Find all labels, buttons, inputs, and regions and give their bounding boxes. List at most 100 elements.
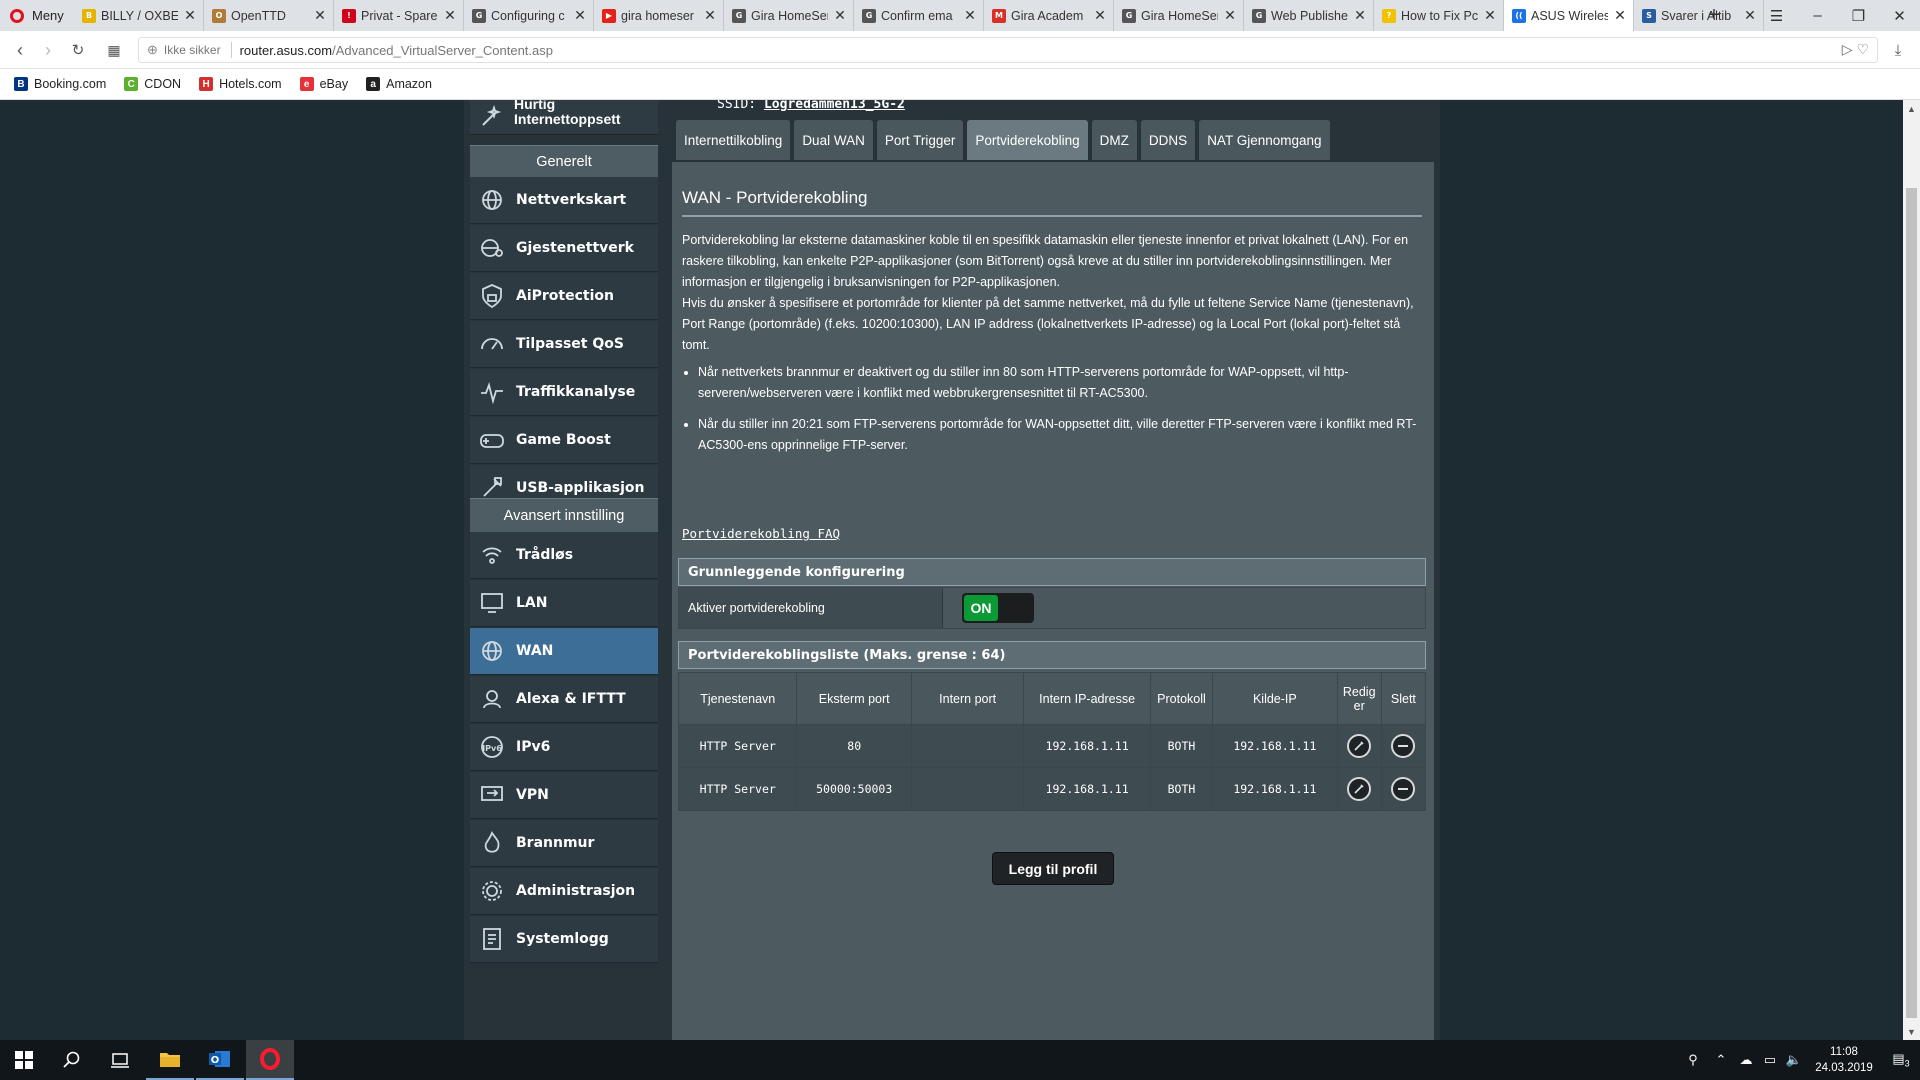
minimize-button[interactable]: – xyxy=(1797,0,1838,31)
volume-icon[interactable]: 🔈 xyxy=(1782,1052,1806,1068)
browser-tab[interactable]: ! Privat - Spare ✕ xyxy=(334,0,464,31)
browser-tab[interactable]: G Web Publishe ✕ xyxy=(1244,0,1374,31)
faq-link[interactable]: Portviderekobling FAQ xyxy=(682,526,840,541)
close-window-button[interactable]: ✕ xyxy=(1879,0,1920,31)
speed-dial-icon[interactable]: ▦ xyxy=(100,31,128,69)
search-icon[interactable] xyxy=(48,1040,96,1080)
ssid-value[interactable]: Logredammen13_5G-2 xyxy=(764,100,905,112)
network-icon[interactable]: ▭ xyxy=(1758,1052,1782,1068)
sidebar-item-ipv6[interactable]: IPv6 IPv6 xyxy=(470,724,658,771)
bookmark-label: eBay xyxy=(319,77,349,91)
url-field[interactable]: ⊕ Ikke sikker router.asus.com/Advanced_V… xyxy=(138,37,1878,63)
sidebar-item-fire[interactable]: Brannmur xyxy=(470,820,658,867)
clock[interactable]: 11:08 24.03.2019 xyxy=(1806,1044,1882,1076)
browser-tab[interactable]: ? How to Fix Pc ✕ xyxy=(1374,0,1504,31)
tab-close-icon[interactable]: ✕ xyxy=(1353,7,1367,24)
subtab[interactable]: Internettilkobling xyxy=(676,120,791,160)
scroll-thumb[interactable] xyxy=(1906,188,1917,1018)
subtab[interactable]: Portviderekobling xyxy=(967,120,1088,160)
notification-center-icon[interactable]: ▤3 xyxy=(1882,1051,1920,1069)
browser-tab[interactable]: ▶ gira homeser ✕ xyxy=(594,0,724,31)
wifi-icon xyxy=(478,541,506,569)
tab-title: Configuring c xyxy=(491,8,565,23)
bookmark-item[interactable]: C CDON xyxy=(124,77,181,91)
subtab[interactable]: Dual WAN xyxy=(794,120,873,160)
new-tab-button[interactable]: + xyxy=(1701,0,1727,31)
scroll-down-icon[interactable]: ▼ xyxy=(1903,1023,1920,1040)
sidebar-item-label: Traffikkanalyse xyxy=(516,384,636,400)
edit-pencil-icon[interactable] xyxy=(1347,777,1372,801)
people-icon[interactable]: ⚲ xyxy=(1678,1052,1708,1068)
subtab[interactable]: NAT Gjennomgang xyxy=(1199,120,1330,160)
tab-close-icon[interactable]: ✕ xyxy=(573,7,587,24)
onedrive-cloud-icon[interactable]: ☁ xyxy=(1734,1052,1758,1068)
bookmark-item[interactable]: H Hotels.com xyxy=(199,77,282,91)
tab-close-icon[interactable]: ✕ xyxy=(833,7,847,24)
bookmark-item[interactable]: e eBay xyxy=(299,77,349,91)
sidebar-item-shield-lock[interactable]: AiProtection xyxy=(470,273,658,320)
browser-tab[interactable]: G Configuring c ✕ xyxy=(464,0,594,31)
sidebar-item-guest-network[interactable]: Gjestenettverk xyxy=(470,225,658,272)
tab-close-icon[interactable]: ✕ xyxy=(703,7,717,24)
file-explorer-icon[interactable] xyxy=(146,1040,194,1080)
sidebar-item-alexa[interactable]: Alexa & IFTTT xyxy=(470,676,658,723)
sidebar-item-vpn[interactable]: VPN xyxy=(470,772,658,819)
tab-close-icon[interactable]: ✕ xyxy=(963,7,977,24)
sidebar-item-gauge[interactable]: Tilpasset QoS xyxy=(470,321,658,368)
opera-menu-button[interactable]: Meny xyxy=(0,0,74,31)
tab-close-icon[interactable]: ✕ xyxy=(1743,7,1757,24)
quick-setup-item[interactable]: Hurtig Internettoppsett xyxy=(470,100,658,135)
back-icon[interactable]: ‹ xyxy=(6,31,34,69)
show-hidden-icon[interactable]: ⌃ xyxy=(1708,1052,1734,1068)
opera-taskbar-icon[interactable] xyxy=(246,1040,294,1080)
browser-tab[interactable]: S Svarer i Altib ✕ xyxy=(1634,0,1764,31)
forward-icon[interactable]: › xyxy=(34,31,62,69)
subtab[interactable]: Port Trigger xyxy=(876,120,964,160)
sidebar-item-globe[interactable]: WAN xyxy=(470,628,658,675)
browser-tab[interactable]: G Confirm ema ✕ xyxy=(854,0,984,31)
browser-tab[interactable]: ((ASUS Wireles ✕ xyxy=(1504,0,1634,31)
download-icon[interactable]: ⤓ xyxy=(1884,31,1912,69)
fire-icon xyxy=(478,829,506,857)
browser-tab[interactable]: M Gira Academ ✕ xyxy=(984,0,1114,31)
sidebar-item-pulse[interactable]: Traffikkanalyse xyxy=(470,369,658,416)
windows-start-icon[interactable] xyxy=(0,1040,48,1080)
tab-close-icon[interactable]: ✕ xyxy=(1613,7,1627,24)
tab-close-icon[interactable]: ✕ xyxy=(443,7,457,24)
tab-close-icon[interactable]: ✕ xyxy=(313,7,327,24)
scroll-up-icon[interactable]: ▲ xyxy=(1903,100,1920,117)
subtab[interactable]: DMZ xyxy=(1091,120,1137,160)
sidebar-item-gamepad[interactable]: Game Boost xyxy=(470,417,658,464)
tab-close-icon[interactable]: ✕ xyxy=(1223,7,1237,24)
reload-icon[interactable]: ↻ xyxy=(64,31,92,69)
sidebar-item-wifi[interactable]: Trådløs xyxy=(470,532,658,579)
enable-portforward-toggle[interactable]: ON xyxy=(962,593,1034,623)
add-profile-button[interactable]: Legg til profil xyxy=(992,852,1114,885)
edit-pencil-icon[interactable] xyxy=(1347,734,1372,758)
sidebar-item-globe-network[interactable]: Nettverkskart xyxy=(470,177,658,224)
bookmark-item[interactable]: a Amazon xyxy=(366,77,432,91)
sidebar-item-gear-person[interactable]: Administrasjon xyxy=(470,868,658,915)
task-view-icon[interactable] xyxy=(96,1040,144,1080)
browser-tab[interactable]: G Gira HomeSer ✕ xyxy=(724,0,854,31)
delete-minus-icon[interactable] xyxy=(1391,734,1416,758)
browser-tab[interactable]: G Gira HomeSer ✕ xyxy=(1114,0,1244,31)
sidebar-item-log[interactable]: Systemlogg xyxy=(470,916,658,963)
page-scrollbar[interactable]: ▲ ▼ xyxy=(1903,100,1920,1040)
sidebar-item-monitor[interactable]: LAN xyxy=(470,580,658,627)
subtab[interactable]: DDNS xyxy=(1140,120,1196,160)
bookmark-icon: a xyxy=(366,77,381,91)
tab-close-icon[interactable]: ✕ xyxy=(1093,7,1107,24)
bookmark-item[interactable]: B Booking.com xyxy=(14,77,106,91)
send-heart-icon[interactable]: ▷ ♡ xyxy=(1842,41,1869,58)
windows-taskbar: O ⚲ ⌃ ☁ ▭ 🔈 11:08 24.03.2019 ▤3 xyxy=(0,1040,1920,1080)
desc-bullet-1: Når nettverkets brannmur er deaktivert o… xyxy=(698,362,1424,404)
tab-menu-icon[interactable]: ☰ xyxy=(1756,0,1797,31)
tab-close-icon[interactable]: ✕ xyxy=(183,7,197,24)
delete-minus-icon[interactable] xyxy=(1391,777,1416,801)
browser-tab[interactable]: B BILLY / OXBE ✕ xyxy=(74,0,204,31)
restore-button[interactable]: ❐ xyxy=(1838,0,1879,31)
browser-tab[interactable]: O OpenTTD ✕ xyxy=(204,0,334,31)
outlook-icon[interactable]: O xyxy=(196,1040,244,1080)
tab-close-icon[interactable]: ✕ xyxy=(1483,7,1497,24)
